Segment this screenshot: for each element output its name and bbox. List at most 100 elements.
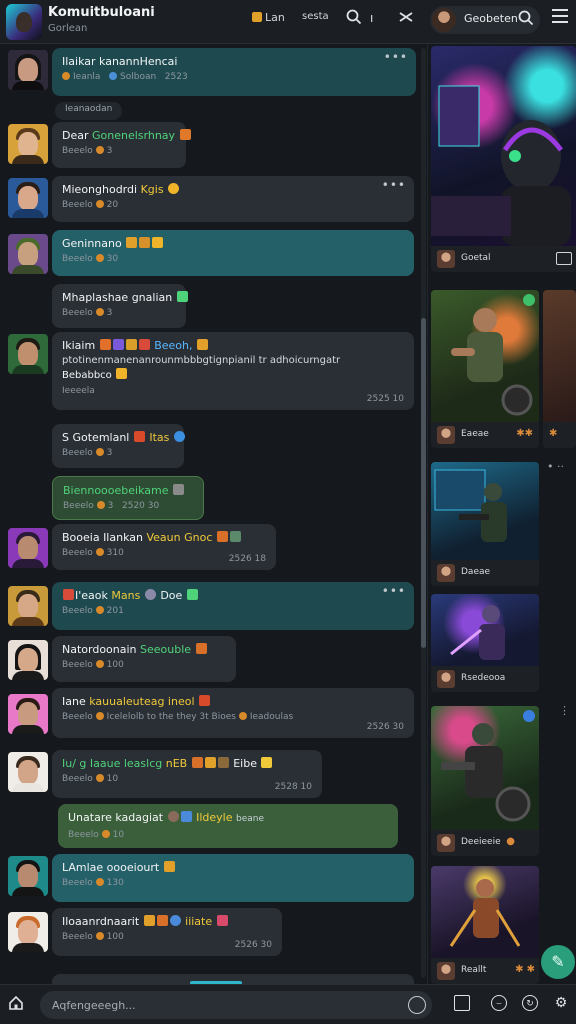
settings-icon[interactable]: ⚙ (553, 995, 569, 1011)
app-logo[interactable] (6, 4, 42, 40)
scroll-thumb[interactable] (421, 318, 426, 648)
smiley-icon[interactable]: ⌣ (491, 995, 507, 1011)
emoji-icon (169, 915, 181, 926)
reaction-icon[interactable]: ✱ ✱ (515, 964, 535, 975)
media-image (431, 706, 539, 830)
message-bubble[interactable]: Dear Gonenelsrhnay Beeelo 3 (52, 122, 191, 168)
shuffle-icon[interactable] (398, 9, 414, 29)
history-icon[interactable]: ↻ (522, 995, 538, 1011)
info-icon[interactable]: ı (370, 11, 373, 25)
reaction-icon[interactable]: ● (506, 836, 515, 847)
message-time: 2526 18 (228, 554, 266, 564)
emoji-picker-icon[interactable] (408, 996, 426, 1014)
profile-pill[interactable]: Geobeten (430, 6, 540, 34)
media-card[interactable]: Rsedeooa (431, 594, 539, 692)
card-label: Rsedeooa (461, 673, 506, 683)
message-bubble[interactable]: S Gotemlanl Itas Beeelo 3 (52, 424, 185, 468)
message-time: 2525 10 (366, 394, 404, 404)
message-meta: Beeelo 30 (62, 254, 119, 264)
message-meta: Beeelo 20 (62, 200, 119, 210)
more-options-icon[interactable]: ••• (382, 178, 406, 192)
reaction-icon (95, 200, 104, 208)
avatar[interactable] (8, 586, 48, 626)
reaction-icon (96, 501, 105, 509)
more-options-icon[interactable]: ⋮ (559, 704, 570, 717)
avatar[interactable] (8, 640, 48, 680)
avatar[interactable] (8, 752, 48, 792)
message-text: Geninnano (62, 236, 404, 251)
media-image (431, 46, 576, 246)
avatar (437, 250, 455, 268)
avatar (437, 564, 455, 582)
card-footer: Reallt ✱ ✱ (431, 958, 539, 984)
more-options-icon[interactable]: ••• (382, 584, 406, 598)
message-bubble[interactable]: I'eaok Mans Doe Beeelo 201 ••• (52, 582, 414, 630)
message-text: S Gotemlanl Itas (62, 430, 185, 445)
card-label: Daeae (461, 567, 491, 577)
message-bubble[interactable]: Mieonghodrdi Kgis Beeelo 20 ••• (52, 176, 414, 222)
message-bubble[interactable]: Ikiaim Beeoh, ptotinenmanenanrounmbbbgti… (52, 332, 414, 410)
message-bubble[interactable]: Unatare kadagiat Ildeyle beane Beeelo 10 (58, 804, 398, 848)
media-card[interactable]: Eaeae ✱✱ (431, 290, 539, 448)
emoji-icon (112, 339, 124, 350)
message-bubble[interactable]: Booeia Ilankan Veaun Gnoc Beeelo 310 252… (52, 524, 276, 570)
emoji-icon (216, 915, 228, 926)
card-label: Eaeae (461, 429, 489, 439)
emoji-icon (204, 757, 216, 768)
avatar[interactable] (8, 912, 48, 952)
header-item-lan[interactable]: Lan (252, 11, 285, 24)
message-bubble[interactable]: Biennoooebeikame Beeelo 3 2520 30 (52, 476, 204, 520)
media-card[interactable]: Reallt ✱ ✱ (431, 866, 539, 984)
emoji-icon (125, 339, 137, 350)
emoji-icon (133, 431, 145, 442)
message-bubble[interactable]: Geninnano Beeelo 30 (52, 230, 414, 276)
list-icon[interactable] (556, 252, 572, 265)
message-bubble[interactable]: LAmlae oooeiourt Beeelo 130 (52, 854, 414, 902)
message-text: Natordoonain Seeouble (62, 642, 226, 657)
avatar[interactable] (8, 856, 48, 896)
avatar[interactable] (8, 50, 48, 90)
media-card-partial[interactable]: ✱ (543, 290, 576, 448)
search-icon[interactable] (346, 9, 362, 29)
message-bubble[interactable]: Ilaikar kanannHencai Ieanla Solboan 2523… (52, 48, 416, 96)
message-bubble[interactable]: Iu/ g Iaaue leaslcg nEB Eibe Beeelo 10 2… (52, 750, 322, 798)
message-input[interactable] (52, 996, 402, 1014)
emoji-icon (196, 339, 208, 350)
media-card[interactable]: Goetal (431, 46, 576, 272)
compose-button[interactable]: ✎ (541, 945, 575, 979)
avatar[interactable] (8, 124, 48, 164)
scrollbar[interactable] (421, 48, 426, 978)
message-meta: Ieanla Solboan 2523 (62, 72, 406, 82)
avatar[interactable] (8, 234, 48, 274)
reaction-icon (95, 660, 104, 668)
avatar[interactable] (8, 694, 48, 734)
avatar[interactable] (8, 528, 48, 568)
media-card[interactable]: Deeieeie ● (431, 706, 539, 856)
avatar[interactable] (8, 178, 48, 218)
more-options-icon[interactable]: • ·· (547, 460, 564, 473)
search-icon[interactable] (518, 10, 534, 30)
reaction-icon (238, 712, 247, 720)
home-icon[interactable] (8, 995, 24, 1011)
message-meta: Beeelo 3 (62, 448, 113, 458)
menu-icon[interactable] (552, 9, 568, 23)
attach-icon[interactable] (454, 995, 470, 1011)
avatar[interactable] (8, 334, 48, 374)
header-item-sesta[interactable]: sesta (302, 11, 329, 22)
more-options-icon[interactable]: ••• (384, 50, 408, 64)
media-card[interactable]: Daeae (431, 462, 539, 586)
message-bubble[interactable]: Iane kauualeuteag ineol Beeelo Icelelolb… (52, 688, 414, 738)
reaction-icon (95, 448, 104, 456)
chat-pane: Ilaikar kanannHencai Ieanla Solboan 2523… (0, 44, 428, 986)
emoji-icon (63, 589, 74, 600)
message-bubble[interactable]: Natordoonain Seeouble Beeelo 100 (52, 636, 236, 682)
message-bubble[interactable]: Mhaplashae gnalian Beeelo 3 (52, 284, 188, 328)
emoji-icon (144, 589, 156, 600)
app-subtitle: Gorlean (48, 23, 88, 34)
message-bubble[interactable]: Iloaanrdnaarit iiiate Beeelo 100 2526 30 (52, 908, 282, 956)
reaction-icon[interactable]: ✱ (549, 428, 557, 439)
message-time: 2526 30 (234, 940, 272, 950)
reaction-icon[interactable]: ✱✱ (516, 428, 533, 439)
message-input-box[interactable] (40, 991, 432, 1019)
message-meta: Beeelo 10 (68, 830, 125, 840)
